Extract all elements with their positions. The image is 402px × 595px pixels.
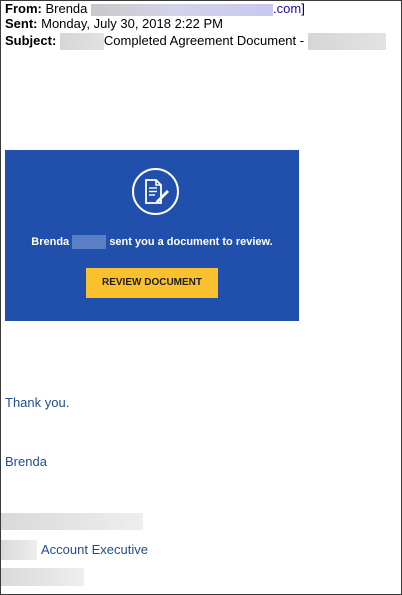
banner-sender: Brenda: [31, 235, 70, 248]
redacted-company-name: [1, 540, 37, 560]
signature-title: Account Executive: [41, 542, 148, 557]
thanks-text: Thank you.: [5, 395, 70, 410]
from-name: Brenda: [45, 1, 88, 16]
subject-line: Subject: Completed Agreement Document -: [5, 33, 386, 51]
redacted-subject-prefix: [59, 33, 104, 51]
review-document-button[interactable]: REVIEW DOCUMENT: [86, 268, 218, 298]
redacted-signature-line: [1, 513, 143, 530]
redacted-email: [91, 3, 274, 16]
sent-label: Sent:: [5, 16, 38, 31]
subject-value: Completed Agreement Document -: [103, 33, 305, 48]
subject-label: Subject:: [5, 33, 57, 48]
signature-name: Brenda: [5, 454, 47, 469]
docusign-banner: Brenda sent you a document to review. RE…: [5, 150, 299, 321]
from-label: From:: [5, 1, 42, 16]
redacted-subject-suffix: [307, 33, 386, 51]
redacted-contact-line: [1, 568, 84, 586]
sent-line: Sent: Monday, July 30, 2018 2:22 PM: [5, 16, 223, 32]
banner-message-text: sent you a document to review.: [109, 235, 273, 248]
banner-message: Brenda sent you a document to review.: [5, 235, 299, 249]
from-bracket: ]: [301, 1, 305, 16]
from-email-domain[interactable]: .com: [273, 1, 301, 16]
sent-value: Monday, July 30, 2018 2:22 PM: [41, 16, 223, 31]
from-line: From: Brenda .com]: [5, 1, 305, 17]
redacted-sender-surname: [72, 235, 107, 249]
document-pen-icon: [132, 168, 179, 215]
